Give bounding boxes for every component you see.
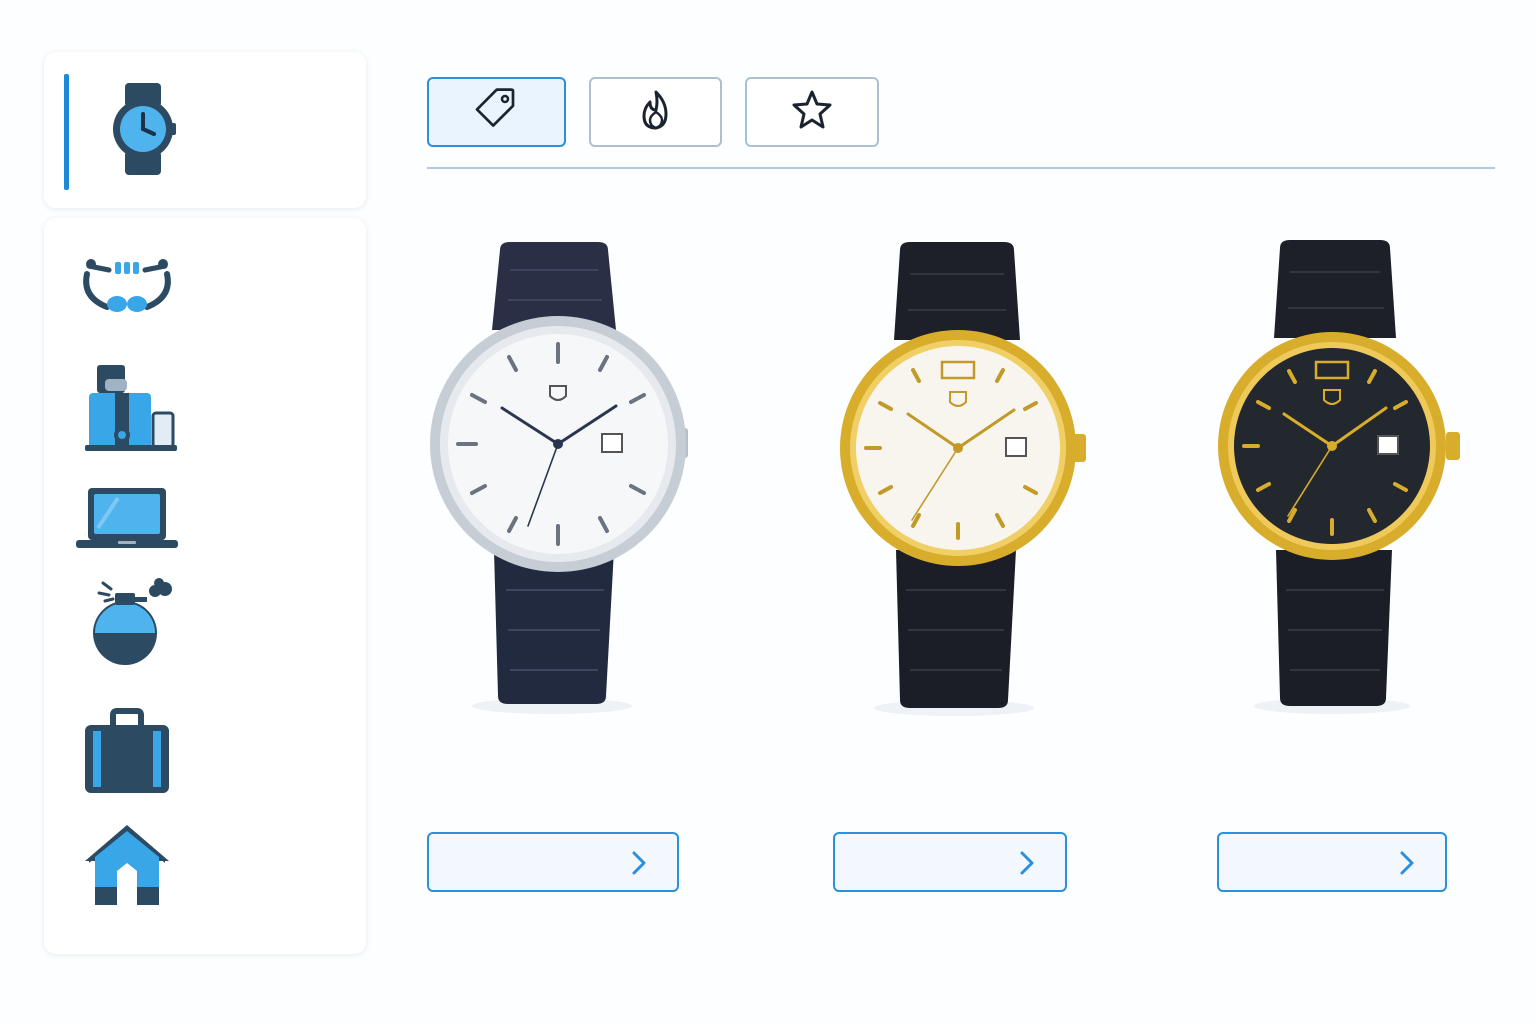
chevron-right-icon [1019,851,1035,880]
perfume-bottle-icon[interactable] [72,568,182,678]
watch-image [1218,240,1460,714]
flame-icon [636,88,676,137]
product-card-silver-watch[interactable] [410,230,710,730]
price-tag-icon [475,87,519,137]
house-icon[interactable] [72,810,182,920]
selected-category-card [44,52,366,208]
watch-image [840,242,1086,716]
view-product-button-3[interactable] [1217,832,1447,892]
suitcase-icon[interactable] [72,698,182,808]
product-card-gold-watch-white-dial[interactable] [808,230,1108,730]
star-icon [790,88,834,137]
tab-divider [427,167,1495,169]
selected-indicator [64,74,69,190]
juicer-appliance-icon[interactable] [72,352,182,462]
watch-image [430,242,688,714]
tab-trending[interactable] [589,77,722,147]
jewelry-chain-icon[interactable] [72,232,182,342]
chevron-right-icon [1399,851,1415,880]
view-product-button-1[interactable] [427,832,679,892]
wristwatch-icon[interactable] [88,74,198,184]
tab-favorites[interactable] [745,77,879,147]
laptop-icon[interactable] [72,464,182,574]
view-product-button-2[interactable] [833,832,1067,892]
tab-price[interactable] [427,77,566,147]
product-card-gold-watch-black-dial[interactable] [1190,230,1490,730]
chevron-right-icon [631,851,647,880]
category-list [44,218,366,954]
